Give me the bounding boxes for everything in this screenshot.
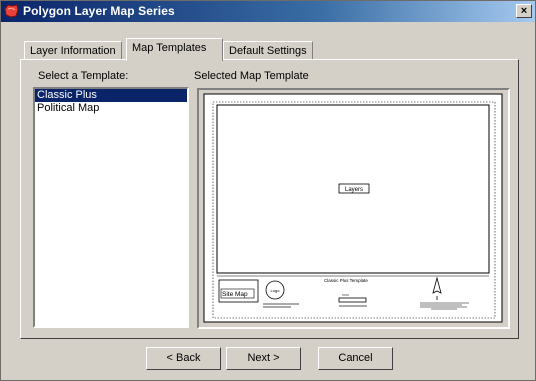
- app-icon: [4, 4, 19, 18]
- tab-label: Default Settings: [229, 45, 307, 57]
- svg-text:Layers: Layers: [345, 187, 363, 193]
- template-preview: Layers Site Map Logo Classic Plus Templa…: [203, 93, 503, 323]
- list-item-political-map[interactable]: Political Map: [35, 102, 187, 115]
- dialog-window: Polygon Layer Map Series × Layer Informa…: [0, 0, 536, 381]
- select-template-label: Select a Template:: [38, 70, 129, 82]
- title-bar[interactable]: Polygon Layer Map Series ×: [1, 1, 535, 22]
- tab-default-settings[interactable]: Default Settings: [223, 41, 313, 61]
- selected-template-label: Selected Map Template: [194, 70, 309, 82]
- template-title-text: Classic Plus Template: [324, 278, 368, 283]
- back-button[interactable]: < Back: [146, 347, 221, 370]
- close-button[interactable]: ×: [516, 4, 532, 18]
- site-map-box: Site Map: [218, 279, 259, 303]
- tab-map-templates[interactable]: Map Templates: [126, 38, 223, 61]
- tab-label: Map Templates: [132, 42, 207, 54]
- close-icon: ×: [520, 5, 528, 17]
- next-button[interactable]: Next >: [226, 347, 301, 370]
- layers-box: Layers: [338, 183, 370, 194]
- template-preview-frame: Layers Site Map Logo Classic Plus Templa…: [197, 88, 510, 329]
- logo-circle: Logo: [265, 280, 285, 300]
- tab-layer-information[interactable]: Layer Information: [24, 41, 122, 61]
- list-item-classic-plus[interactable]: Classic Plus: [35, 89, 187, 102]
- template-listbox[interactable]: Classic Plus Political Map: [33, 87, 189, 328]
- tab-label: Layer Information: [30, 45, 116, 57]
- window-title: Polygon Layer Map Series: [23, 4, 175, 18]
- cancel-button[interactable]: Cancel: [318, 347, 393, 370]
- svg-text:Logo: Logo: [271, 288, 281, 293]
- svg-text:Site Map: Site Map: [222, 291, 248, 298]
